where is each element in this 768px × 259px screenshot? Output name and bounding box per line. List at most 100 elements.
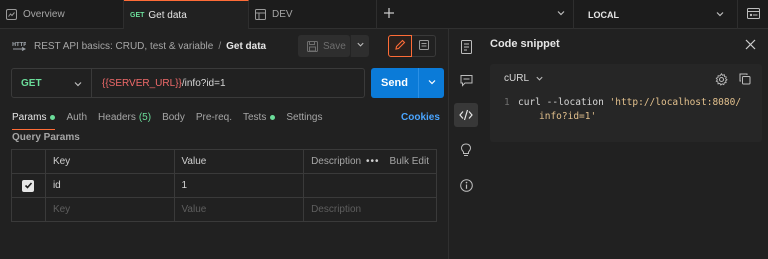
row-checkbox-cell	[11, 173, 46, 198]
status-dot	[270, 114, 276, 120]
tab-headers[interactable]: Headers (5)	[98, 108, 151, 126]
new-param-key-field[interactable]: Key	[44, 197, 175, 222]
comments-icon[interactable]	[457, 71, 475, 89]
save-button[interactable]: Save	[298, 35, 350, 57]
tab-get-data[interactable]: GET Get data	[124, 0, 249, 29]
bulk-edit-group: ••• Bulk Edit	[366, 156, 429, 167]
copy-snippet-button[interactable]	[739, 73, 751, 88]
breadcrumb-request[interactable]: Get data	[226, 41, 266, 52]
http-request-icon: HTTP	[12, 40, 26, 52]
table-header-row: Key Value Description ••• Bulk Edit	[11, 149, 437, 174]
param-key-field[interactable]: id	[44, 173, 175, 198]
tab-overview[interactable]: Overview	[0, 0, 124, 29]
send-button[interactable]: Send	[371, 68, 418, 98]
param-enabled-checkbox[interactable]	[22, 179, 35, 192]
right-sidebar-toolbar	[449, 29, 483, 259]
tab-headers-label: Headers	[98, 111, 136, 123]
method-select[interactable]: GET	[12, 69, 92, 97]
request-tabs: Params Auth Headers (5) Body Pre-req. Tes…	[12, 108, 333, 130]
tab-params[interactable]: Params	[12, 108, 56, 130]
code-string-url: 'http://localhost:8080/	[609, 97, 742, 108]
tabs-overflow-button[interactable]	[556, 8, 566, 21]
environment-select[interactable]: LOCAL	[573, 0, 737, 29]
tab-auth[interactable]: Auth	[66, 108, 87, 126]
copy-icon	[739, 73, 751, 88]
line-number: 1	[504, 97, 510, 108]
tab-settings-label: Settings	[286, 111, 323, 123]
save-icon	[307, 40, 323, 52]
tab-overview-label: Overview	[23, 9, 65, 20]
url-bar: GET {{SERVER_URL}}/info?id=1	[11, 68, 365, 98]
documentation-icon[interactable]	[457, 38, 475, 56]
edit-mode-button[interactable]	[388, 35, 412, 57]
row-checkbox-cell	[11, 197, 46, 222]
code-string-url-cont: info?id=1'	[539, 111, 597, 122]
tab-method-badge: GET	[130, 11, 145, 19]
chevron-down-icon	[427, 77, 437, 90]
header-checkbox-cell	[11, 149, 46, 174]
code-snippet-title: Code snippet	[490, 38, 560, 50]
overview-icon	[6, 9, 17, 20]
param-description-field[interactable]	[303, 173, 437, 198]
breadcrumb-collection[interactable]: REST API basics: CRUD, test & variable	[34, 41, 213, 52]
status-dot	[50, 114, 56, 120]
code-snippet-content[interactable]: 1 curl --location 'http://localhost:8080/…	[504, 96, 741, 124]
method-select-value: GET	[21, 77, 42, 89]
close-panel-button[interactable]	[745, 39, 756, 53]
code-command: curl --location	[518, 97, 610, 108]
header-description-cell: Description ••• Bulk Edit	[303, 149, 437, 174]
new-param-value-field[interactable]: Value	[173, 197, 305, 222]
more-options-icon[interactable]: •••	[366, 156, 380, 167]
documentation-mode-button[interactable]	[412, 35, 436, 57]
chevron-down-icon	[715, 9, 725, 21]
send-options-button[interactable]	[418, 68, 444, 98]
snippet-settings-button[interactable]	[715, 73, 728, 89]
chevron-down-icon	[556, 9, 566, 21]
code-line-1-wrap: info?id=1'	[504, 110, 741, 124]
param-value-field[interactable]: 1	[173, 173, 305, 198]
new-param-description-field[interactable]: Description	[303, 197, 437, 222]
document-icon	[418, 39, 430, 54]
tab-prereq-label: Pre-req.	[195, 111, 232, 123]
query-params-table: Key Value Description ••• Bulk Edit id 1…	[11, 149, 437, 222]
header-description: Description	[311, 156, 362, 167]
header-value: Value	[173, 149, 305, 174]
environment-quick-look-icon	[746, 7, 760, 23]
bulk-edit-button[interactable]: Bulk Edit	[390, 156, 429, 167]
save-options-button[interactable]	[350, 35, 369, 57]
code-line-1: 1 curl --location 'http://localhost:8080/	[504, 96, 741, 110]
tab-dev[interactable]: DEV	[249, 0, 377, 29]
tab-auth-label: Auth	[66, 111, 88, 123]
url-variable: {{SERVER_URL}}	[102, 77, 182, 89]
table-row-new: Key Value Description	[11, 197, 437, 222]
environment-selected: LOCAL	[588, 9, 619, 20]
tab-bar: Overview GET Get data DEV LOCAL	[0, 0, 768, 29]
chevron-down-icon	[73, 79, 83, 92]
language-select-value: cURL	[504, 73, 530, 84]
language-select[interactable]: cURL	[504, 73, 544, 84]
gear-icon	[715, 73, 728, 89]
info-icon[interactable]	[457, 176, 475, 194]
plus-icon	[383, 6, 395, 24]
new-tab-button[interactable]	[377, 0, 401, 29]
tab-get-data-label: Get data	[148, 9, 187, 21]
tab-body-label: Body	[162, 111, 185, 123]
environment-quick-look-button[interactable]	[737, 0, 768, 29]
table-row: id 1	[11, 173, 437, 198]
svg-text:HTTP: HTTP	[12, 42, 26, 48]
tab-settings[interactable]: Settings	[286, 108, 322, 126]
code-snippet-box: cURL 1 curl --location 'http://localhost:…	[490, 64, 762, 142]
lightbulb-icon[interactable]	[457, 141, 475, 159]
code-icon[interactable]	[454, 103, 478, 127]
headers-count: (5)	[138, 111, 152, 123]
url-path: /info?id=1	[181, 77, 226, 89]
cookies-link[interactable]: Cookies	[401, 108, 440, 126]
breadcrumb-separator: /	[218, 40, 222, 52]
tab-tests[interactable]: Tests	[243, 108, 276, 126]
tab-tests-label: Tests	[243, 111, 267, 123]
url-input[interactable]: {{SERVER_URL}}/info?id=1	[92, 69, 364, 97]
chevron-down-icon	[356, 40, 365, 52]
header-key: Key	[44, 149, 175, 174]
tab-body[interactable]: Body	[162, 108, 185, 126]
tab-prereq[interactable]: Pre-req.	[196, 108, 232, 126]
